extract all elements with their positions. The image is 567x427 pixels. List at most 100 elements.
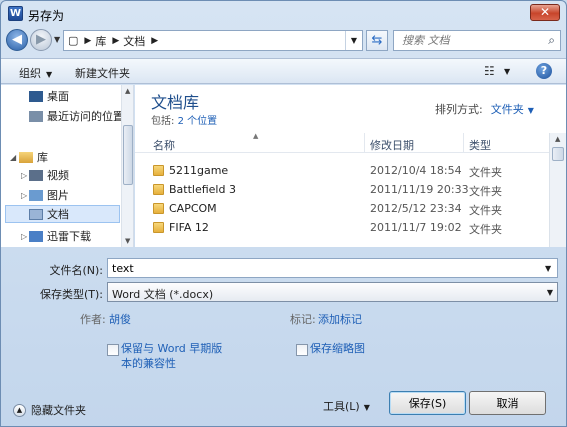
organize-label: 组织 <box>19 67 41 80</box>
hide-folders-label: 隐藏文件夹 <box>31 404 86 417</box>
breadcrumb-separator-icon[interactable]: ▶ <box>151 36 158 46</box>
column-header: ▲ 名称 修改日期 类型 <box>135 132 549 153</box>
collapse-arrow-icon[interactable]: ▷ <box>21 232 27 241</box>
file-type: 文件夹 <box>469 204 502 217</box>
chevron-down-icon[interactable]: ▼ <box>528 106 534 115</box>
file-name: Battlefield 3 <box>169 183 236 196</box>
tags-value[interactable]: 添加标记 <box>318 311 362 327</box>
new-folder-button[interactable]: 新建文件夹 <box>75 65 130 81</box>
file-date: 2011/11/7 19:02 <box>370 221 462 234</box>
sidebar-item-documents[interactable]: 文档 <box>5 205 120 223</box>
save-as-dialog: W 另存为 ✕ ◀ ▶ ▼ ▢ ▶ 库 ▶ 文档 ▶ ▼ ⇆ ⌕ 组织 ▼ 新建文… <box>0 0 567 427</box>
library-folder-icon: ▢ <box>68 34 79 47</box>
scroll-up-icon[interactable]: ▲ <box>125 87 130 95</box>
refresh-button[interactable]: ⇆ <box>366 30 388 51</box>
file-row[interactable]: Battlefield 3 2011/11/19 20:33 文件夹 <box>135 181 549 199</box>
scrollbar-thumb[interactable] <box>123 125 133 185</box>
column-type[interactable]: 类型 <box>469 137 491 153</box>
thunder-download-icon <box>29 230 43 242</box>
arrange-by-label: 排列方式: <box>435 103 483 116</box>
filetype-value: Word 文档 (*.docx) <box>112 288 214 301</box>
desktop-icon <box>29 90 43 102</box>
file-date: 2011/11/19 20:33 <box>370 183 469 196</box>
sidebar-item-desktop[interactable]: 桌面 <box>29 87 69 105</box>
help-icon[interactable]: ? <box>536 63 552 79</box>
library-locations-link[interactable]: 2 个位置 <box>178 116 218 127</box>
breadcrumb-separator-icon[interactable]: ▶ <box>84 36 91 46</box>
thumbnail-label[interactable]: 保存缩略图 <box>310 341 365 356</box>
scroll-up-icon[interactable]: ▲ <box>555 135 560 143</box>
sidebar-item-thunder-download[interactable]: 迅雷下载 <box>29 227 91 245</box>
file-date: 2012/10/4 18:54 <box>370 164 462 177</box>
recent-pages-chevron-icon[interactable]: ▼ <box>54 35 60 44</box>
file-row[interactable]: FIFA 12 2011/11/7 19:02 文件夹 <box>135 219 549 237</box>
column-divider[interactable] <box>364 133 365 153</box>
arrange-by-value[interactable]: 文件夹 <box>491 103 524 116</box>
author-value[interactable]: 胡俊 <box>109 311 131 327</box>
sidebar-item-label: 库 <box>37 151 48 164</box>
scroll-down-icon[interactable]: ▼ <box>125 237 130 245</box>
column-date[interactable]: 修改日期 <box>370 137 414 153</box>
search-box[interactable]: ⌕ <box>393 30 561 51</box>
file-name: 5211game <box>169 164 229 177</box>
file-type: 文件夹 <box>469 223 502 236</box>
folder-icon <box>153 222 164 233</box>
thumbnail-checkbox[interactable] <box>296 344 308 356</box>
collapse-arrow-icon[interactable]: ▷ <box>21 171 27 180</box>
sidebar-item-label: 视频 <box>47 169 69 182</box>
organize-button[interactable]: 组织 ▼ <box>19 65 52 81</box>
document-icon <box>29 208 43 220</box>
column-name[interactable]: 名称 <box>153 137 175 153</box>
address-bar[interactable]: ▢ ▶ 库 ▶ 文档 ▶ ▼ <box>63 30 363 51</box>
close-button[interactable]: ✕ <box>530 4 560 21</box>
tools-menu[interactable]: 工具(L) ▼ <box>323 398 370 414</box>
library-includes-prefix: 包括: <box>151 116 175 127</box>
folder-icon <box>153 165 164 176</box>
file-list-pane: 文档库 包括: 2 个位置 排列方式: 文件夹 ▼ ▲ 名称 修改日期 类型 521… <box>135 85 566 247</box>
picture-icon <box>29 189 43 201</box>
scrollbar-thumb[interactable] <box>552 147 564 161</box>
chevron-down-icon: ▼ <box>363 403 370 412</box>
filetype-select[interactable]: Word 文档 (*.docx) ▼ <box>107 282 558 302</box>
collapse-arrow-icon[interactable]: ▷ <box>21 191 27 200</box>
expand-arrow-icon[interactable]: ◢ <box>10 153 16 162</box>
word-app-icon: W <box>8 6 23 21</box>
arrange-by: 排列方式: 文件夹 ▼ <box>435 101 534 117</box>
address-dropdown-icon[interactable]: ▼ <box>345 31 362 50</box>
file-row[interactable]: 5211game 2012/10/4 18:54 文件夹 <box>135 162 549 180</box>
sidebar-item-label: 图片 <box>47 189 69 202</box>
compatibility-checkbox[interactable] <box>107 344 119 356</box>
view-options-icon[interactable]: ☷ <box>484 64 495 78</box>
back-button[interactable]: ◀ <box>6 29 28 51</box>
sidebar-item-library[interactable]: 库 <box>19 148 48 166</box>
search-input[interactable] <box>400 31 540 50</box>
view-chevron-down-icon[interactable]: ▼ <box>504 67 510 76</box>
library-icon <box>19 151 33 163</box>
breadcrumb-separator-icon[interactable]: ▶ <box>112 36 119 46</box>
breadcrumb-documents[interactable]: 文档 <box>123 33 145 49</box>
file-date: 2012/5/12 23:34 <box>370 202 462 215</box>
tools-label: 工具(L) <box>323 400 360 413</box>
title-bar: W 另存为 ✕ <box>1 1 566 27</box>
filename-input[interactable] <box>107 258 558 278</box>
navigation-bar: ◀ ▶ ▼ ▢ ▶ 库 ▶ 文档 ▶ ▼ ⇆ ⌕ <box>1 27 566 55</box>
file-row[interactable]: CAPCOM 2012/5/12 23:34 文件夹 <box>135 200 549 218</box>
sidebar-item-pictures[interactable]: 图片 <box>29 186 69 204</box>
navigation-scrollbar[interactable]: ▲ ▼ <box>121 85 133 247</box>
hide-folders-toggle[interactable]: ▲ 隐藏文件夹 <box>13 402 86 418</box>
filename-dropdown-icon[interactable]: ▼ <box>545 264 551 273</box>
chevron-down-icon[interactable]: ▼ <box>547 288 553 297</box>
forward-button[interactable]: ▶ <box>30 29 52 51</box>
sidebar-item-recent-places[interactable]: 最近访问的位置 <box>29 107 124 125</box>
save-button[interactable]: 保存(S) <box>389 391 466 415</box>
sidebar-item-label: 文档 <box>47 208 69 221</box>
chevron-down-icon: ▼ <box>46 70 53 79</box>
sidebar-item-video[interactable]: 视频 <box>29 166 69 184</box>
search-icon[interactable]: ⌕ <box>548 33 555 48</box>
column-divider[interactable] <box>463 133 464 153</box>
compatibility-label[interactable]: 保留与 Word 早期版本的兼容性 <box>121 341 231 371</box>
file-list-scrollbar[interactable]: ▲ <box>549 133 566 247</box>
breadcrumb-library[interactable]: 库 <box>95 33 106 49</box>
cancel-button[interactable]: 取消 <box>469 391 546 415</box>
sidebar-item-label: 最近访问的位置 <box>47 110 124 123</box>
